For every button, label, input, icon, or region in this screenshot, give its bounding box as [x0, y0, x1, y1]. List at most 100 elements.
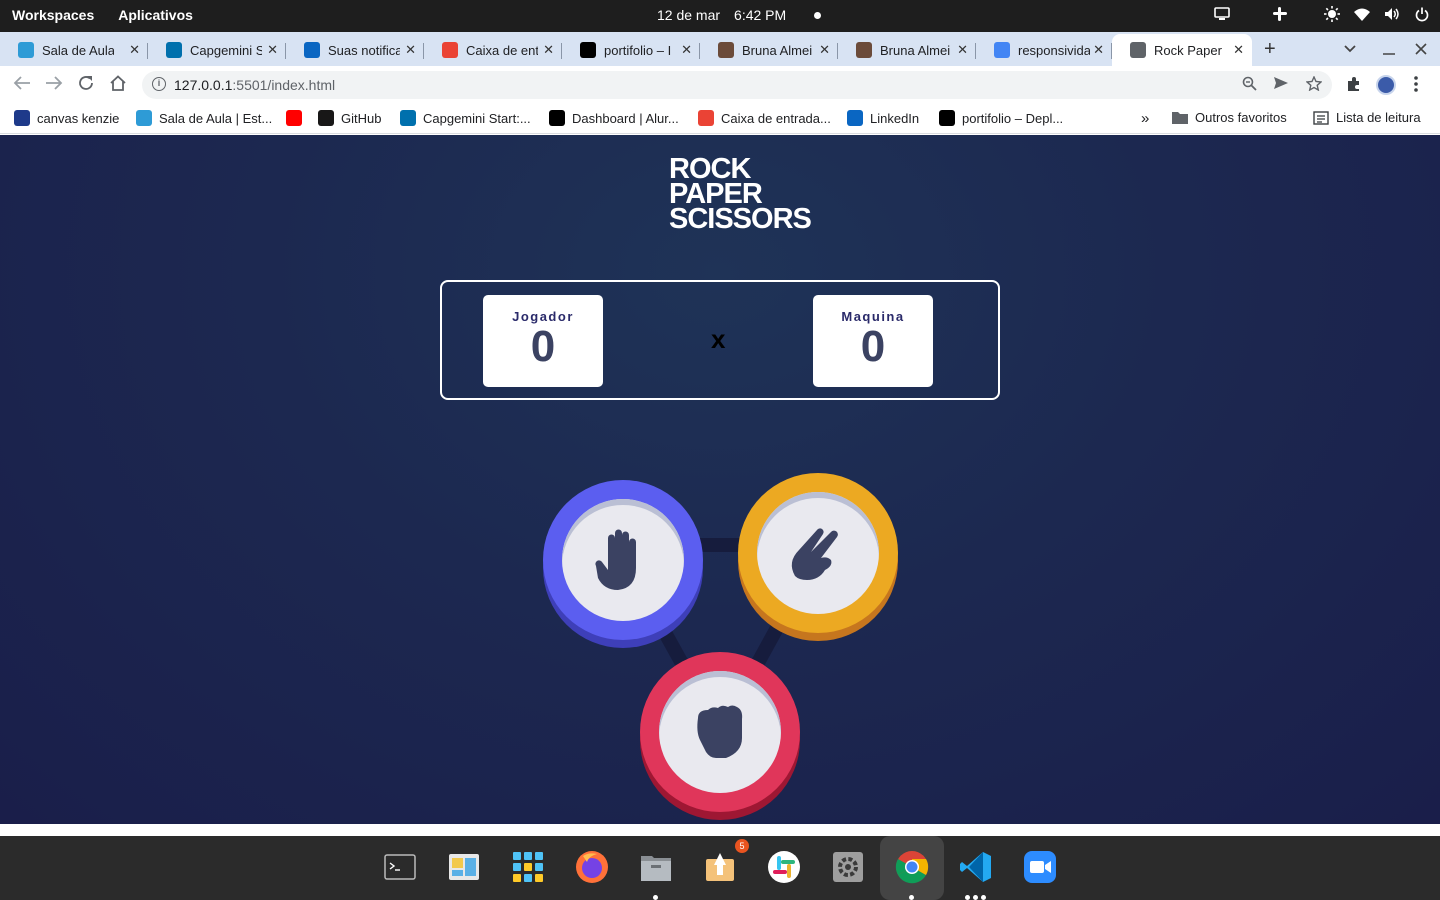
minimize-window-icon[interactable] [1383, 42, 1395, 59]
other-bookmarks-folder[interactable]: Outros favoritos [1172, 110, 1287, 125]
tab-close-icon[interactable]: ✕ [129, 42, 140, 58]
tab-label: Bruna Almei [742, 42, 813, 58]
tab-close-icon[interactable]: ✕ [681, 42, 692, 58]
bookmarks-overflow-icon[interactable]: » [1141, 110, 1149, 127]
site-info-icon[interactable]: i [152, 77, 166, 91]
tab-7[interactable]: Bruna Almei ✕ [838, 34, 976, 66]
profile-avatar[interactable] [1376, 75, 1396, 95]
apps-button[interactable]: Aplicativos [118, 7, 193, 23]
scissors-choice-button[interactable] [738, 473, 898, 633]
tab-8[interactable]: responsivida ✕ [976, 34, 1112, 66]
settings-icon[interactable] [831, 850, 865, 884]
firefox-icon[interactable] [575, 850, 609, 884]
hand-open-icon [595, 529, 636, 590]
address-bar[interactable]: i 127.0.0.1:5501/index.html [142, 71, 1332, 99]
bookmark-1[interactable]: canvas kenzie [14, 110, 119, 126]
linkedin-icon [304, 42, 320, 58]
back-arrow-icon[interactable] [13, 75, 31, 96]
tab-label: Rock Paper S [1154, 42, 1226, 58]
bookmark-9[interactable]: portifolio – Depl... [939, 110, 1063, 126]
files-manager-icon[interactable] [447, 850, 481, 884]
tab-3[interactable]: Suas notifica ✕ [286, 34, 424, 66]
tech-icon [136, 110, 152, 126]
tab-label: Capgemini S [190, 42, 262, 58]
terminal-icon[interactable] [383, 850, 417, 884]
zoom-icon[interactable] [1242, 76, 1257, 95]
bookmark-star-icon[interactable] [1305, 75, 1323, 95]
bookmark-3[interactable] [286, 110, 302, 126]
bookmark-8[interactable]: LinkedIn [847, 110, 919, 126]
tab-9[interactable]: Rock Paper S ✕ [1112, 34, 1252, 66]
tab-close-icon[interactable]: ✕ [1093, 42, 1104, 58]
tab-close-icon[interactable]: ✕ [957, 42, 968, 58]
home-icon[interactable] [109, 75, 127, 96]
gmail-icon [442, 42, 458, 58]
bookmark-4[interactable]: GitHub [318, 110, 381, 126]
vscode-icon[interactable] [959, 850, 993, 884]
new-tab-button[interactable]: + [1264, 38, 1276, 61]
tab-search-chevron-icon[interactable] [1344, 40, 1356, 57]
clock[interactable]: 12 de mar 6:42 PM [657, 7, 822, 23]
hand-scissors-icon [791, 528, 838, 580]
hand-fist-icon [697, 705, 743, 758]
bookmark-label: GitHub [341, 110, 382, 126]
bookmark-label: canvas kenzie [37, 110, 120, 126]
updates-badge: 5 [735, 839, 749, 853]
globe-icon [1130, 42, 1146, 58]
chrome-icon[interactable] [895, 850, 929, 884]
paper-choice-button[interactable] [543, 480, 703, 640]
page-footer-strip [0, 824, 1440, 836]
tab-4[interactable]: Caixa de ent ✕ [424, 34, 562, 66]
files-running-dot [653, 895, 658, 900]
rock-choice-button[interactable] [640, 652, 800, 812]
forward-arrow-icon[interactable] [45, 75, 63, 96]
close-window-icon[interactable] [1415, 42, 1427, 59]
tab-5[interactable]: portifolio – I ✕ [562, 34, 700, 66]
bookmark-label: portifolio – Depl... [962, 110, 1064, 126]
software-icon[interactable] [703, 850, 737, 884]
tab-close-icon[interactable]: ✕ [267, 42, 278, 58]
bookmark-2[interactable]: Sala de Aula | Est... [136, 110, 272, 126]
slack-icon[interactable] [767, 850, 801, 884]
zoom-icon[interactable] [1023, 850, 1057, 884]
avatar-icon [718, 42, 734, 58]
tab-6[interactable]: Bruna Almei ✕ [700, 34, 838, 66]
app-grid-icon[interactable] [511, 850, 545, 884]
tab-label: portifolio – I [604, 42, 672, 58]
tab-2[interactable]: Capgemini S ✕ [148, 34, 286, 66]
bookmark-6[interactable]: Dashboard | Alur... [549, 110, 679, 126]
browser-menu-icon[interactable] [1414, 76, 1418, 97]
slack-tray-icon[interactable] [1272, 6, 1288, 22]
system-top-bar: Workspaces Aplicativos 12 de mar 6:42 PM [0, 0, 1440, 32]
tab-label: Bruna Almei [880, 42, 951, 58]
wifi-icon[interactable] [1354, 6, 1370, 22]
tab-close-icon[interactable]: ✕ [543, 42, 554, 58]
bookmark-5[interactable]: Capgemini Start:... [400, 110, 531, 126]
power-icon[interactable] [1414, 6, 1430, 22]
bookmark-label: Dashboard | Alur... [572, 110, 679, 126]
tab-close-icon[interactable]: ✕ [1233, 42, 1244, 58]
workspaces-button[interactable]: Workspaces [12, 7, 94, 23]
bookmark-7[interactable]: Caixa de entrada... [698, 110, 831, 126]
files-icon[interactable] [639, 850, 673, 884]
capgemini-icon [400, 110, 416, 126]
send-tab-icon[interactable] [1273, 76, 1289, 94]
tab-label: Sala de Aula [42, 42, 114, 58]
alura-icon [549, 110, 565, 126]
browser-toolbar: i 127.0.0.1:5501/index.html [0, 66, 1440, 104]
tab-1[interactable]: Sala de Aula ✕ [0, 34, 148, 66]
notification-dot-icon [814, 11, 822, 19]
reload-icon[interactable] [78, 75, 94, 96]
vscode-running-dot-1 [965, 895, 970, 900]
linkedin-icon [847, 110, 863, 126]
volume-icon[interactable] [1384, 6, 1400, 22]
tab-close-icon[interactable]: ✕ [819, 42, 830, 58]
avatar-icon [856, 42, 872, 58]
brightness-icon[interactable] [1324, 6, 1340, 22]
bookmark-label: Sala de Aula | Est... [159, 110, 273, 126]
tab-label: Suas notifica [328, 42, 400, 58]
extensions-puzzle-icon[interactable] [1346, 76, 1362, 97]
screen-share-icon[interactable] [1214, 6, 1230, 22]
tab-close-icon[interactable]: ✕ [405, 42, 416, 58]
reading-list-button[interactable]: Lista de leitura [1313, 110, 1421, 125]
